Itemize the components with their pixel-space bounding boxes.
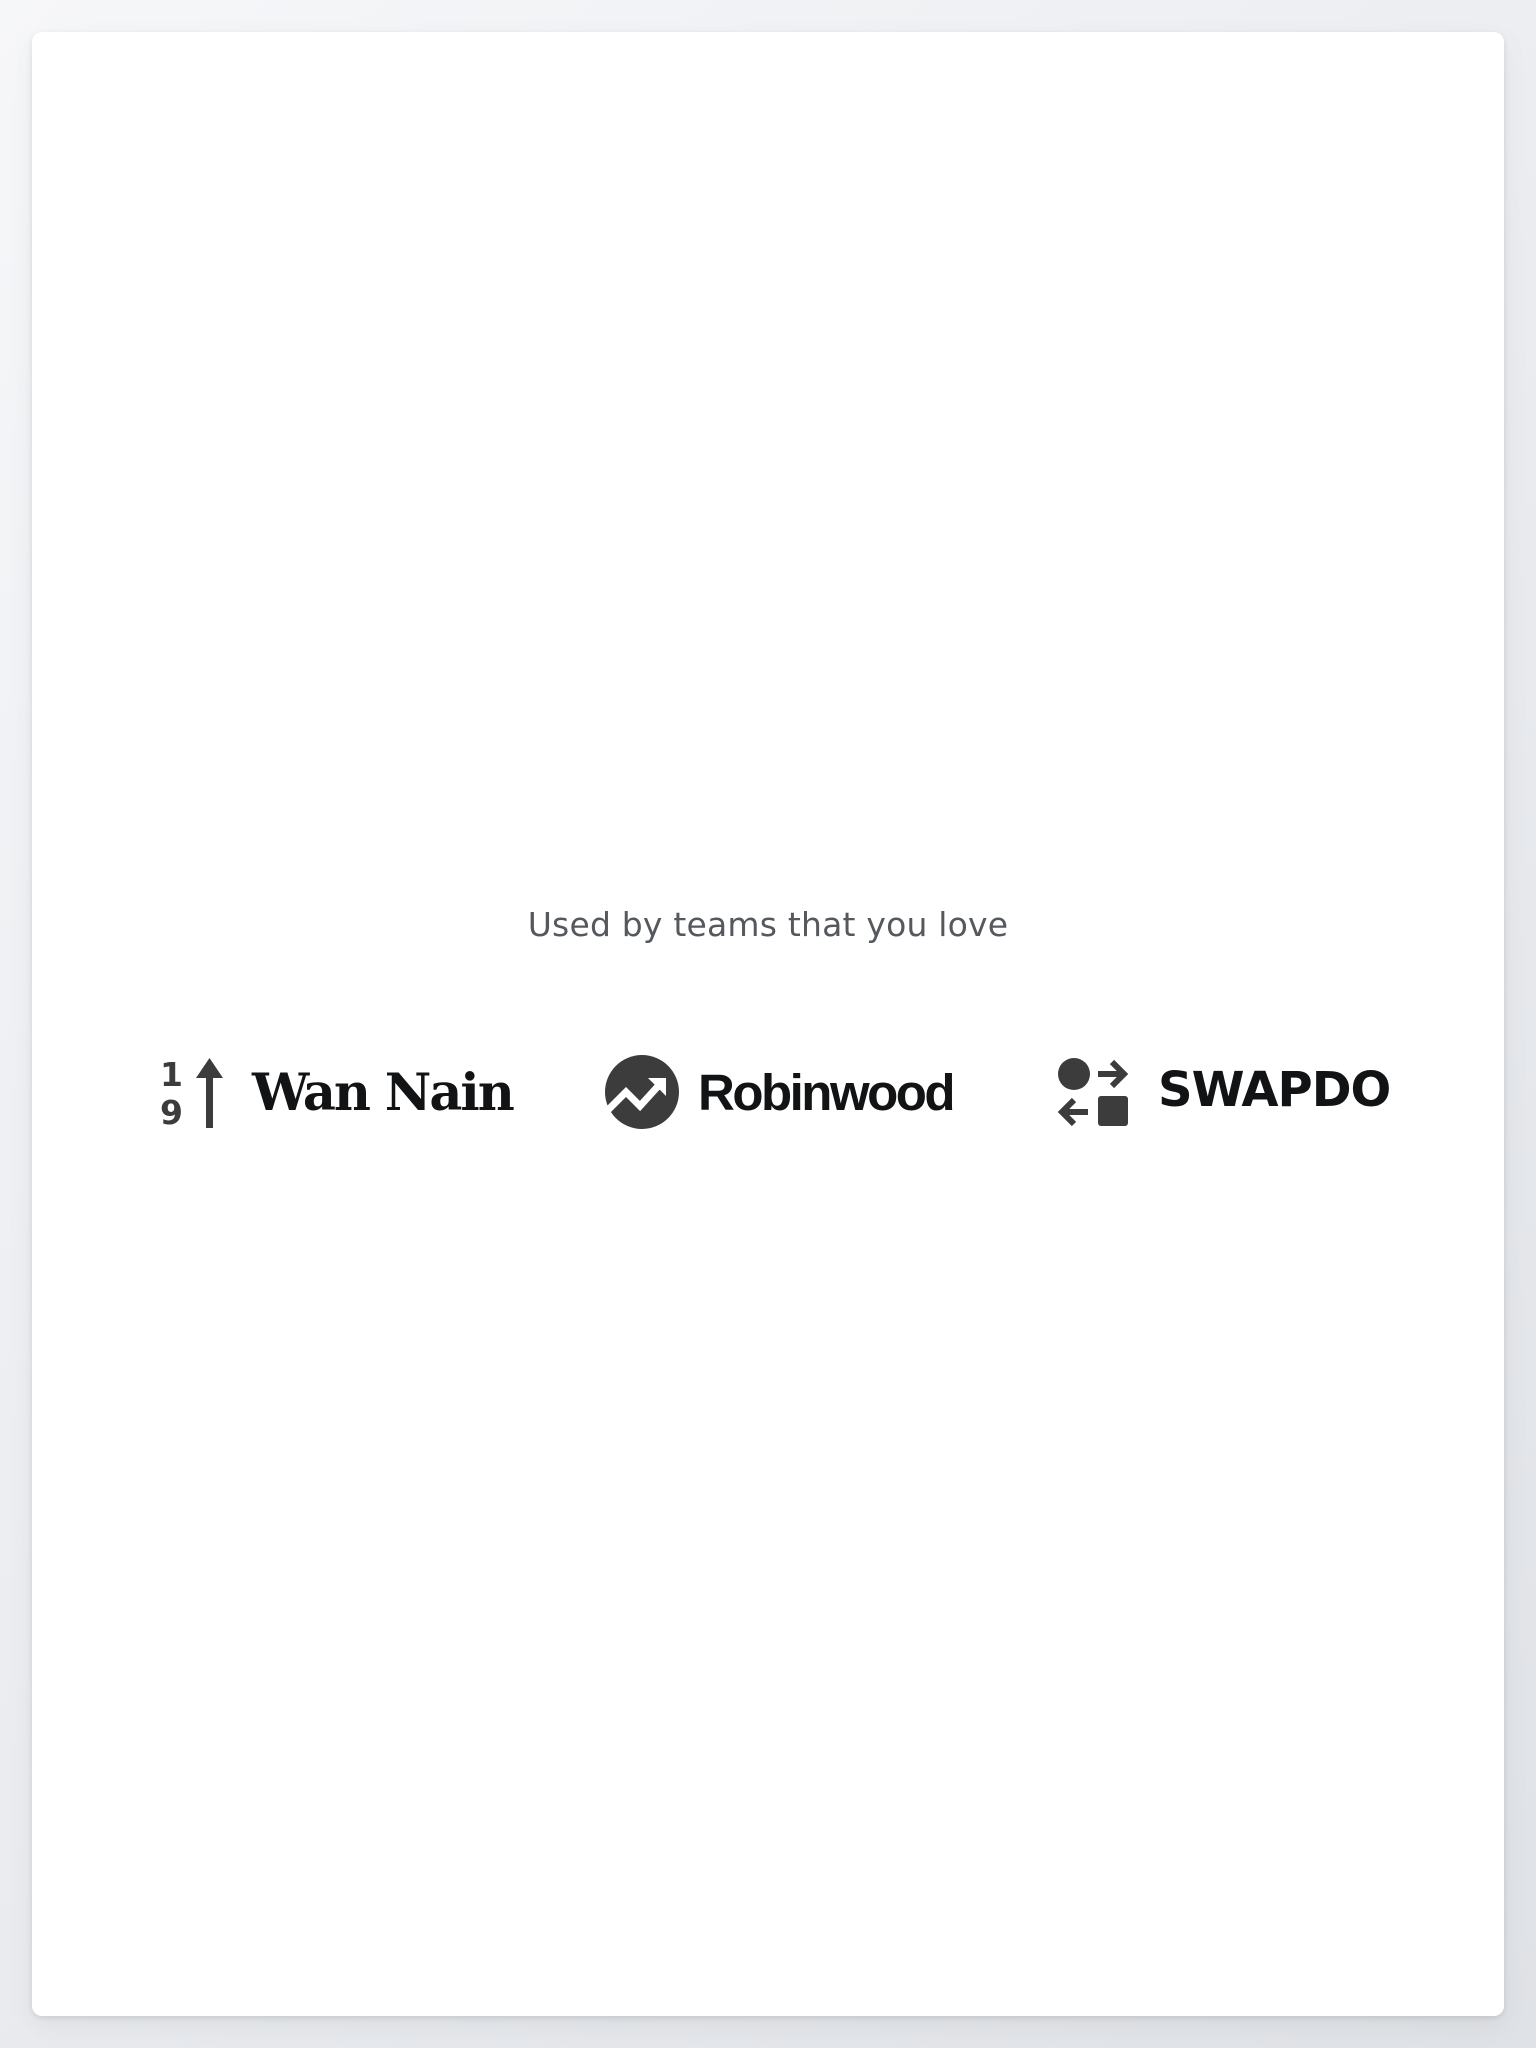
logo-robinwood-label: Robinwood bbox=[698, 1063, 956, 1121]
logo-wan-nain-label: Wan Nain bbox=[252, 1062, 515, 1123]
svg-text:1: 1 bbox=[160, 1056, 183, 1094]
section-tagline: Used by teams that you love bbox=[527, 905, 1009, 944]
svg-text:9: 9 bbox=[160, 1093, 183, 1128]
swap-shapes-icon bbox=[1057, 1058, 1129, 1127]
trending-up-circle-icon bbox=[604, 1055, 679, 1129]
logo-cloud: 1 9 Wan Nain Robinwood SWAPDO bbox=[32, 1032, 1504, 1152]
logo-swapdo: SWAPDO bbox=[1056, 1032, 1391, 1152]
arrow-up-19-icon: 1 9 bbox=[160, 1056, 223, 1128]
logo-wan-nain: 1 9 Wan Nain bbox=[160, 1032, 515, 1152]
logo-robinwood: Robinwood bbox=[604, 1032, 956, 1152]
logo-swapdo-label: SWAPDO bbox=[1158, 1062, 1391, 1118]
content-card: Used by teams that you love 1 9 Wan Nain… bbox=[32, 32, 1504, 2016]
